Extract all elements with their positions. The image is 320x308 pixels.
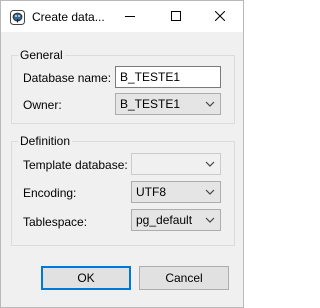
close-button[interactable] <box>197 1 243 32</box>
chevron-down-icon <box>205 217 215 223</box>
title-bar[interactable]: Create data... <box>1 1 243 32</box>
template-database-select[interactable] <box>131 153 221 175</box>
postgres-elephant-icon <box>10 10 25 25</box>
chevron-down-icon <box>205 101 215 107</box>
encoding-value: UTF8 <box>136 185 166 199</box>
chevron-down-icon <box>205 161 215 167</box>
chevron-down-icon <box>205 189 215 195</box>
maximize-icon <box>171 10 181 24</box>
tablespace-value: pg_default <box>136 213 193 227</box>
tablespace-select[interactable]: pg_default <box>131 209 221 231</box>
database-name-input[interactable]: B_TESTE1 <box>115 66 221 88</box>
tablespace-label: Tablespace: <box>23 215 88 229</box>
definition-legend: Definition <box>20 134 71 148</box>
general-legend: General <box>20 48 63 62</box>
minimize-button[interactable] <box>107 1 153 32</box>
window-title: Create data... <box>32 10 105 24</box>
encoding-select[interactable]: UTF8 <box>131 181 221 203</box>
maximize-button[interactable] <box>153 1 199 32</box>
ok-button[interactable]: OK <box>41 266 131 290</box>
cancel-button[interactable]: Cancel <box>139 266 229 290</box>
database-name-label: Database name: <box>23 71 112 85</box>
template-database-label: Template database: <box>23 158 128 172</box>
owner-value: B_TESTE1 <box>120 97 181 111</box>
create-database-dialog: Create data... General Database name: B_… <box>0 0 244 308</box>
owner-label: Owner: <box>23 98 62 112</box>
minimize-icon <box>125 10 135 24</box>
encoding-label: Encoding: <box>23 186 77 200</box>
owner-select[interactable]: B_TESTE1 <box>115 93 221 115</box>
close-icon <box>214 10 226 24</box>
